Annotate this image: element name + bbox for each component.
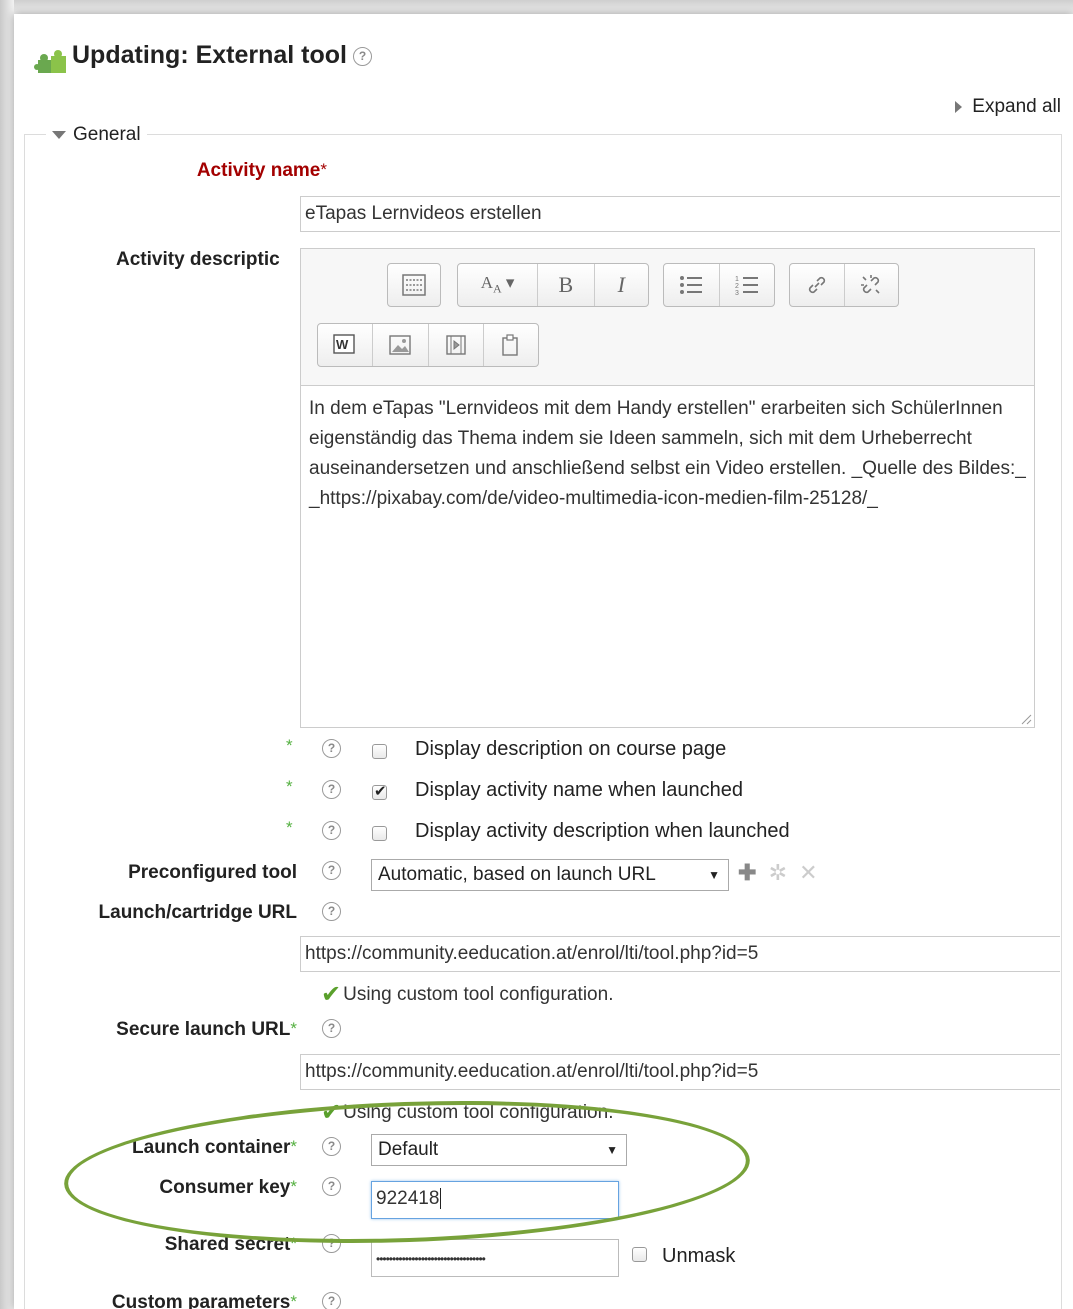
- show-description-label: Display description on course page: [415, 738, 727, 760]
- preconfigured-tool-help-icon[interactable]: ?: [322, 861, 341, 880]
- ordered-list-button[interactable]: 123: [720, 264, 775, 306]
- activity-name-label: Activity name*: [197, 160, 327, 182]
- launch-url-help-icon[interactable]: ?: [322, 902, 341, 921]
- checkbox-row-launch-name: * ? Display activity name when launched: [286, 777, 846, 805]
- required-star-icon: *: [286, 736, 293, 755]
- preconfigured-tool-label: Preconfigured tool: [128, 862, 297, 883]
- secure-launch-url-input[interactable]: https://community.eeducation.at/enrol/lt…: [300, 1054, 1060, 1090]
- font-size-icon: AA ▾: [480, 273, 515, 296]
- secure-launch-url-label: Secure launch URL*: [116, 1019, 297, 1041]
- unlink-icon: [861, 275, 880, 294]
- keyboard-toolbar-icon: [402, 274, 426, 296]
- help-icon[interactable]: ?: [322, 739, 341, 758]
- toolbar-toggle-button[interactable]: [388, 264, 440, 306]
- launch-description-label: Display activity description when launch…: [415, 820, 790, 842]
- image-icon: [389, 335, 412, 355]
- title-help-icon[interactable]: ?: [353, 46, 372, 66]
- form-page: Updating: External tool? Expand all Gene…: [14, 14, 1073, 1309]
- svg-text:W: W: [336, 337, 349, 352]
- svg-text:1: 1: [735, 276, 739, 283]
- activity-name-input[interactable]: eTapas Lernvideos erstellen: [300, 196, 1060, 232]
- activity-name-label-text: Activity name: [196, 160, 321, 181]
- launch-name-label: Display activity name when launched: [415, 779, 743, 801]
- custom-parameters-help-icon[interactable]: ?: [322, 1292, 341, 1309]
- preconfigured-tool-select[interactable]: Automatic, based on launch URL ▼: [371, 859, 729, 891]
- edit-tool-gear-icon[interactable]: ✲: [769, 860, 787, 885]
- required-star-icon: *: [290, 1292, 297, 1309]
- expand-all-label: Expand all: [972, 96, 1061, 117]
- unordered-list-button[interactable]: [664, 264, 720, 306]
- launch-url-note: Using custom tool configuration.: [343, 984, 614, 1005]
- activity-description-editor: AA ▾ B I 123 W In dem eTapas "Lernvideos…: [300, 248, 1035, 728]
- preconfigured-tool-value: Automatic, based on launch URL: [378, 864, 656, 885]
- general-section-toggle[interactable]: General: [46, 124, 147, 146]
- insert-media-button[interactable]: [429, 324, 484, 366]
- svg-text:2: 2: [735, 283, 739, 290]
- help-icon[interactable]: ?: [322, 780, 341, 799]
- general-legend: General: [73, 124, 141, 145]
- manage-files-button[interactable]: [484, 324, 538, 366]
- resize-grip-icon[interactable]: [1020, 713, 1032, 725]
- paste-from-word-button[interactable]: W: [318, 324, 374, 366]
- page-title-text: Updating: External tool: [72, 41, 347, 69]
- bold-icon: B: [558, 272, 574, 297]
- page-title: Updating: External tool?: [72, 41, 372, 70]
- italic-button[interactable]: I: [595, 264, 648, 306]
- checkbox-row-show-description: * ? Display description on course page: [286, 736, 846, 764]
- launch-url-input[interactable]: https://community.eeducation.at/enrol/lt…: [300, 936, 1060, 972]
- bold-button[interactable]: B: [538, 264, 595, 306]
- film-icon: [445, 335, 466, 355]
- secure-launch-url-label-text: Secure launch URL: [116, 1019, 291, 1040]
- activity-description-text: In dem eTapas "Lernvideos mit dem Handy …: [309, 398, 1026, 509]
- launch-description-checkbox[interactable]: [372, 826, 387, 842]
- custom-parameters-label: Custom parameters*: [112, 1292, 297, 1309]
- launch-url-label: Launch/cartridge URL: [98, 902, 297, 923]
- required-star-icon: *: [286, 818, 293, 837]
- insert-image-button[interactable]: [373, 324, 429, 366]
- clipboard-icon: [502, 334, 518, 356]
- collapse-triangle-icon: [52, 130, 66, 139]
- show-description-checkbox[interactable]: [372, 744, 387, 760]
- custom-parameters-label-text: Custom parameters: [111, 1292, 291, 1309]
- required-star-icon: *: [290, 1019, 297, 1038]
- shared-secret-input[interactable]: ••••••••••••••••••••••••••••••••••: [371, 1239, 619, 1277]
- toolbar-group-format: AA ▾ B I: [457, 263, 649, 307]
- word-paste-icon: W: [333, 334, 355, 354]
- link-icon: [808, 276, 825, 294]
- required-star-icon: *: [320, 160, 327, 179]
- secure-launch-url-help-icon[interactable]: ?: [322, 1019, 341, 1038]
- expand-triangle-icon: [955, 100, 963, 113]
- external-tool-puzzle-icon: [34, 50, 66, 73]
- unmask-label: Unmask: [662, 1245, 736, 1267]
- help-icon[interactable]: ?: [322, 821, 341, 840]
- bullet-list-icon: [680, 276, 703, 294]
- toolbar-group-lists: 123: [663, 263, 775, 307]
- launch-name-checkbox[interactable]: [372, 782, 387, 801]
- font-style-button[interactable]: AA ▾: [458, 264, 539, 306]
- required-star-icon: *: [286, 777, 293, 796]
- link-button[interactable]: [790, 264, 845, 306]
- remove-tool-x-icon[interactable]: ✕: [799, 860, 817, 885]
- svg-text:3: 3: [735, 290, 739, 296]
- dropdown-arrow-icon: ▼: [708, 868, 720, 882]
- check-icon: ✔: [321, 981, 342, 1008]
- launch-url-status: ✔ Using custom tool configuration.: [321, 980, 613, 1009]
- toolbar-group-toggle: [387, 263, 441, 307]
- activity-description-label: Activity descriptic: [116, 249, 280, 270]
- checkbox-row-launch-description: * ? Display activity description when la…: [286, 818, 846, 846]
- add-tool-plus-icon[interactable]: ✚: [738, 860, 756, 885]
- unmask-checkbox[interactable]: [632, 1247, 647, 1263]
- unlink-button[interactable]: [845, 264, 899, 306]
- expand-all-link[interactable]: Expand all: [955, 96, 1061, 118]
- italic-icon: I: [617, 272, 625, 297]
- numbered-list-icon: 123: [735, 276, 758, 296]
- tool-actions: ✚ ✲ ✕: [738, 860, 818, 886]
- activity-description-textarea[interactable]: In dem eTapas "Lernvideos mit dem Handy …: [301, 385, 1034, 727]
- window-shadow-left: [0, 0, 14, 1309]
- toolbar-group-insert: W: [317, 323, 539, 367]
- toolbar-group-links: [789, 263, 899, 307]
